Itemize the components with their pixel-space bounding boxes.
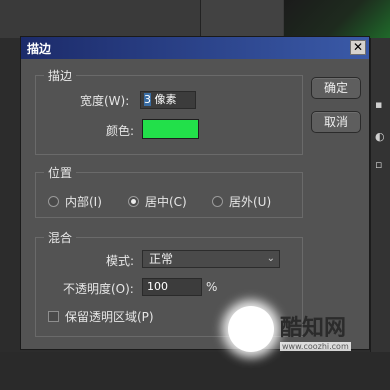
stroke-legend: 描边 xyxy=(44,67,77,84)
dialog-titlebar[interactable]: 描边 ✕ xyxy=(21,37,369,59)
cancel-button[interactable]: 取消 xyxy=(311,111,361,133)
radio-outside[interactable]: 居外(U) xyxy=(212,193,271,210)
panel-icon-3[interactable]: ▫ xyxy=(375,158,382,171)
radio-inside-dot[interactable] xyxy=(48,196,59,207)
ok-button[interactable]: 确定 xyxy=(311,77,361,99)
mode-label: 模式: xyxy=(106,254,135,268)
width-label: 宽度(W): xyxy=(80,94,130,108)
color-swatch[interactable] xyxy=(142,119,199,139)
radio-inside[interactable]: 内部(I) xyxy=(48,193,102,210)
dialog-title: 描边 xyxy=(27,41,52,56)
watermark-logo-icon xyxy=(228,306,274,352)
position-legend: 位置 xyxy=(44,164,77,181)
radio-center[interactable]: 居中(C) xyxy=(128,193,187,210)
panel-icon-2[interactable]: ◐ xyxy=(375,130,385,143)
width-field[interactable]: 3 像素 xyxy=(140,91,196,109)
opacity-label: 不透明度(O): xyxy=(63,282,134,296)
blend-mode-select[interactable]: 正常 ⌄ xyxy=(142,250,280,268)
close-icon: ✕ xyxy=(352,40,364,54)
color-label: 颜色: xyxy=(106,124,135,138)
blend-legend: 混合 xyxy=(44,229,77,246)
close-button[interactable]: ✕ xyxy=(350,40,366,55)
blend-mode-value: 正常 xyxy=(149,252,174,266)
preserve-transparency-checkbox[interactable]: 保留透明区域(P) xyxy=(48,308,154,325)
radio-outside-dot[interactable] xyxy=(212,196,223,207)
width-value: 3 xyxy=(144,93,151,106)
position-group: 位置 内部(I) 居中(C) 居外(U) xyxy=(35,164,303,218)
panel-icon-1[interactable]: ▪ xyxy=(375,98,382,111)
checkbox-box[interactable] xyxy=(48,311,59,322)
radio-outside-label: 居外(U) xyxy=(229,195,272,209)
radio-inside-label: 内部(I) xyxy=(65,195,102,209)
width-unit: 像素 xyxy=(151,93,177,106)
app-panel-tab xyxy=(200,0,283,38)
opacity-field[interactable]: 100 xyxy=(142,278,202,296)
stroke-group: 描边 宽度(W): 3 像素 颜色: xyxy=(35,67,303,155)
radio-center-label: 居中(C) xyxy=(145,195,187,209)
opacity-unit: % xyxy=(206,280,218,294)
chevron-down-icon: ⌄ xyxy=(266,253,275,264)
canvas-preview xyxy=(284,0,390,38)
watermark-brand: 酷知网 xyxy=(280,310,346,342)
radio-center-dot[interactable] xyxy=(128,196,139,207)
opacity-value: 100 xyxy=(147,280,168,293)
preserve-transparency-label: 保留透明区域(P) xyxy=(65,310,154,324)
watermark-brand-text: 酷知网 xyxy=(280,316,347,341)
watermark-logo: 酷知网 www.coozhi.com xyxy=(222,300,382,370)
watermark-url: www.coozhi.com xyxy=(280,342,351,351)
